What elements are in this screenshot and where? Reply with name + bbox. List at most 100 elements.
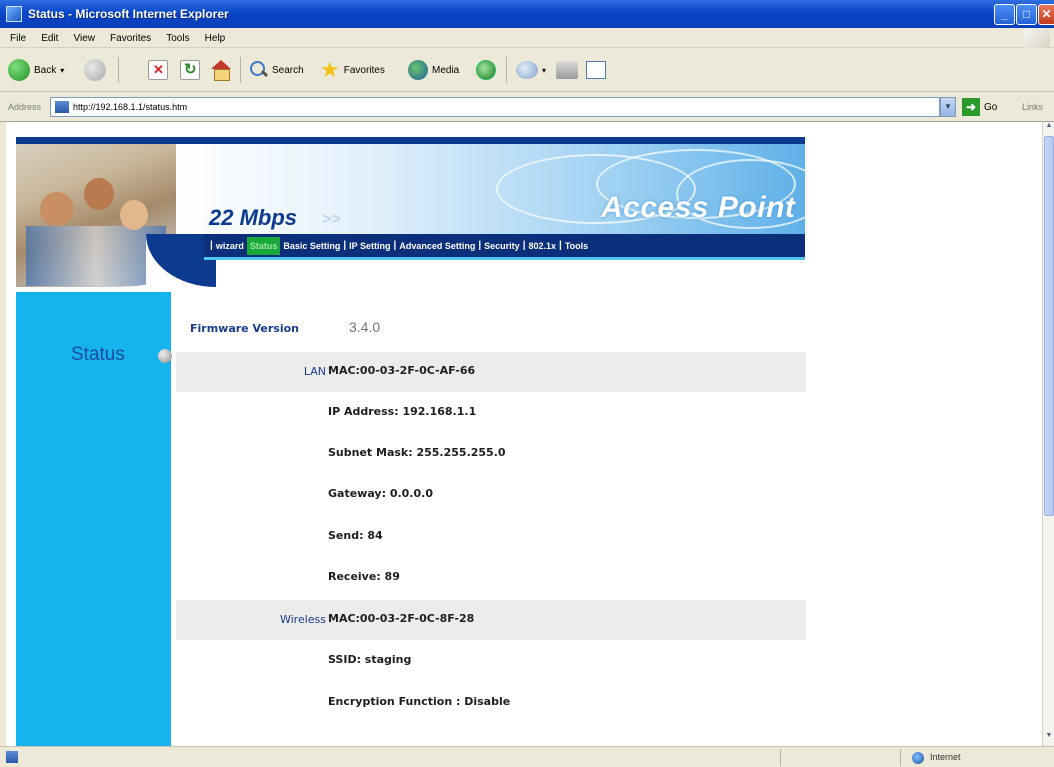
go-button[interactable]: ➜ Go (962, 98, 997, 116)
status-row: Subnet Mask: 255.255.255.0 (176, 434, 806, 474)
close-button[interactable]: ✕ (1038, 4, 1054, 25)
row-label: LAN (303, 365, 326, 378)
edit-page-icon (586, 61, 606, 79)
status-bar: Internet (0, 746, 1054, 767)
page-icon (55, 101, 69, 113)
mail-dropdown-icon: ▾ (542, 65, 547, 75)
section-title: Status (71, 344, 125, 365)
status-row: Wireless MAC:00-03-2F-0C-8F-28 (176, 600, 806, 640)
window-title: Status - Microsoft Internet Explorer (28, 7, 229, 21)
row-value: IP Address: 192.168.1.1 (328, 405, 477, 418)
menu-edit[interactable]: Edit (35, 30, 64, 44)
favorites-star-icon: ★ (320, 57, 340, 82)
row-value: Subnet Mask: 255.255.255.0 (328, 446, 506, 459)
row-label: Wireless (279, 613, 326, 626)
menu-favorites[interactable]: Favorites (104, 30, 157, 44)
bullet-icon (158, 349, 172, 363)
main-nav: | wizard Status Basic Setting | IP Setti… (204, 234, 805, 260)
nav-ip-setting[interactable]: IP Setting (346, 241, 393, 251)
nav-wizard[interactable]: wizard (213, 241, 247, 251)
status-row: Receive: 89 (176, 558, 806, 598)
firmware-label: Firmware Version (190, 322, 299, 335)
vertical-scrollbar[interactable]: ▲ ▼ (1042, 122, 1054, 746)
nav-status[interactable]: Status (246, 236, 281, 255)
favorites-button[interactable]: ★ Favorites (320, 58, 385, 82)
search-icon (248, 60, 268, 80)
nav-security[interactable]: Security (481, 241, 523, 251)
scroll-down-icon[interactable]: ▼ (1044, 732, 1054, 744)
toolbar: Back ▾ Search ★ Favorites Media ▾ (0, 48, 1054, 92)
menu-help[interactable]: Help (199, 30, 232, 44)
nav-basic-setting[interactable]: Basic Setting (280, 241, 343, 251)
menu-view[interactable]: View (67, 30, 101, 44)
row-value: Encryption Function : Disable (328, 695, 511, 708)
ie-icon (6, 6, 22, 22)
links-button[interactable]: Links (1022, 102, 1043, 112)
forward-button[interactable] (84, 58, 106, 82)
banner: 22 Mbps >> Access Point | wizard Status … (16, 137, 826, 287)
maximize-button[interactable]: □ (1016, 4, 1037, 25)
address-input[interactable]: http://192.168.1.1/status.htm (50, 97, 940, 117)
internet-zone-icon (912, 752, 924, 764)
row-value: Gateway: 0.0.0.0 (328, 487, 433, 500)
row-value: Send: 84 (328, 529, 383, 542)
menu-tools[interactable]: Tools (160, 30, 195, 44)
banner-top-stripe (16, 137, 805, 144)
go-arrow-icon: ➜ (962, 98, 980, 116)
speed-label: 22 Mbps (209, 205, 298, 230)
speed-arrows: >> (322, 211, 341, 228)
nav-802-1x[interactable]: 802.1x (526, 241, 560, 251)
toolbar-separator (240, 57, 241, 83)
toolbar-separator (118, 57, 119, 83)
status-row: SSID: staging (176, 641, 806, 681)
page-status-icon (6, 751, 18, 763)
media-icon (408, 60, 428, 80)
scroll-up-icon[interactable]: ▲ (1044, 122, 1054, 134)
go-label: Go (984, 101, 998, 113)
side-panel: Status (16, 292, 172, 746)
back-arrow-icon (8, 59, 30, 81)
page-viewport: 22 Mbps >> Access Point | wizard Status … (6, 122, 1042, 746)
stop-icon (148, 60, 168, 80)
row-value: MAC:00-03-2F-0C-8F-28 (328, 612, 475, 625)
firmware-value: 3.4.0 (349, 319, 381, 335)
refresh-button[interactable] (180, 58, 200, 82)
mail-icon (516, 61, 538, 79)
favorites-label: Favorites (343, 64, 385, 76)
back-dropdown-icon[interactable]: ▾ (60, 66, 64, 75)
status-row: LAN MAC:00-03-2F-0C-AF-66 (176, 352, 806, 392)
nav-tools[interactable]: Tools (562, 241, 591, 251)
address-dropdown-icon[interactable]: ▼ (940, 97, 956, 117)
title-bar: Status - Microsoft Internet Explorer _ □… (0, 0, 1054, 28)
home-button[interactable] (210, 58, 232, 82)
home-icon (210, 60, 232, 81)
row-value: SSID: staging (328, 653, 412, 666)
refresh-icon (180, 60, 200, 80)
stop-button[interactable] (148, 58, 168, 82)
status-row: IP Address: 192.168.1.1 (176, 393, 806, 433)
row-value: Receive: 89 (328, 570, 400, 583)
address-bar: Address http://192.168.1.1/status.htm ▼ … (0, 92, 1054, 122)
media-button[interactable]: Media (408, 58, 459, 82)
minimize-button[interactable]: _ (994, 4, 1015, 25)
status-row: Gateway: 0.0.0.0 (176, 475, 806, 515)
back-button[interactable]: Back ▾ (8, 58, 64, 82)
print-button[interactable] (556, 58, 578, 82)
back-label: Back (34, 64, 57, 76)
media-label: Media (432, 64, 460, 76)
security-zone-label: Internet (930, 752, 961, 762)
edit-button[interactable] (586, 58, 606, 82)
address-label: Address (8, 102, 42, 112)
history-button[interactable] (476, 58, 496, 82)
row-value: MAC:00-03-2F-0C-AF-66 (328, 364, 476, 377)
toolbar-separator (506, 57, 507, 83)
scrollbar-thumb[interactable] (1044, 136, 1054, 516)
search-button[interactable]: Search (248, 58, 304, 82)
print-icon (556, 61, 578, 79)
menu-file[interactable]: File (4, 30, 32, 44)
search-label: Search (272, 64, 304, 76)
nav-advanced-setting[interactable]: Advanced Setting (396, 241, 478, 251)
mail-button[interactable]: ▾ (516, 58, 546, 82)
windows-logo-icon (1024, 28, 1050, 48)
status-row: Send: 84 (176, 517, 806, 557)
